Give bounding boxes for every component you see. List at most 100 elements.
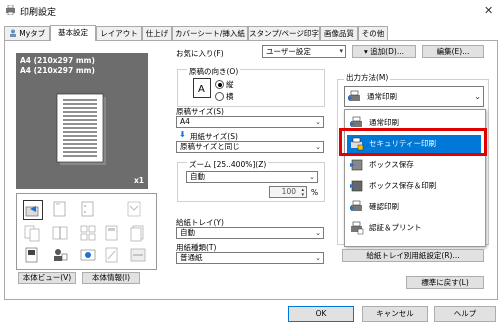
printer-icon: [348, 90, 362, 104]
fold-icon: [125, 200, 143, 218]
device-info-button[interactable]: 本体情報(I): [82, 272, 140, 284]
landscape-radio[interactable]: [215, 92, 224, 101]
dropdown-arrow-icon: ▾: [364, 47, 368, 56]
option-auth-print[interactable]: 認証＆プリント: [347, 219, 481, 237]
box-save-icon: [350, 158, 364, 172]
option-box-save[interactable]: ボックス保存: [347, 156, 481, 174]
print-preview: A4 (210x297 mm) A4 (210x297 mm) x1: [16, 53, 148, 189]
account-track-icon: [79, 246, 97, 264]
duplex-icon: [23, 224, 41, 242]
tab-other[interactable]: その他: [358, 26, 388, 40]
printer-app-icon: [5, 4, 16, 16]
cancel-button[interactable]: キャンセル: [362, 306, 428, 322]
tab-basic[interactable]: 基本設定: [50, 25, 96, 41]
poster-icon: [23, 246, 41, 264]
cover-icon: [103, 224, 121, 242]
tab-label: カバーシート/挿入紙: [175, 29, 245, 38]
tab-label: 基本設定: [58, 28, 88, 37]
portrait-radio[interactable]: [215, 80, 224, 89]
chevron-down-icon: ▾: [339, 47, 343, 55]
paper-type-value: 普通紙: [180, 253, 203, 262]
chevron-down-icon: ⌄: [315, 254, 321, 262]
option-label: 認証＆プリント: [369, 223, 422, 232]
tab-finishing[interactable]: 仕上げ: [142, 26, 172, 40]
tab-mytab[interactable]: Myタブ: [4, 26, 50, 40]
portrait-orientation-icon: A: [193, 78, 211, 98]
tab-label: Myタブ: [19, 29, 46, 38]
option-label: ボックス保存＆印刷: [369, 181, 437, 190]
paper-type-select[interactable]: 普通紙 ⌄: [176, 252, 324, 264]
spinner-icon[interactable]: ▴ ▾: [301, 188, 304, 198]
orientation-label: 原稿の向き(O): [187, 66, 241, 77]
output-method-label: 出力方法(M): [344, 72, 391, 83]
punch-icon: [79, 200, 97, 218]
preview-original-size: A4 (210x297 mm): [20, 56, 95, 65]
restore-default-button[interactable]: 標準に戻す(L): [406, 276, 484, 289]
output-method-value: 通常印刷: [367, 92, 397, 101]
booklet-icon: [51, 224, 69, 242]
chevron-down-icon: ⌄: [309, 173, 315, 181]
chevron-down-icon: ⌄: [315, 118, 321, 126]
paper-size-value: 原稿サイズと同じ: [180, 142, 240, 151]
output-method-select[interactable]: 通常印刷 ⌄: [344, 86, 484, 107]
zoom-value: 自動: [190, 172, 205, 181]
favorites-select[interactable]: ユーザー設定 ▾: [262, 45, 346, 58]
close-icon[interactable]: ✕: [484, 4, 493, 17]
ok-button[interactable]: OK: [288, 306, 354, 322]
preview-paper-size: A4 (210x297 mm): [20, 66, 95, 75]
option-box-save-print[interactable]: ボックス保存＆印刷: [347, 177, 481, 195]
zoom-select[interactable]: 自動 ⌄: [186, 171, 318, 183]
tab-image-quality[interactable]: 画像品質: [320, 26, 358, 40]
staple-icon: [51, 200, 69, 218]
edit-favorite-button[interactable]: 編集(E)...: [422, 45, 484, 58]
inserter-icon: [129, 246, 147, 264]
highlight-frame: [339, 128, 487, 156]
original-size-select[interactable]: A4 ⌄: [176, 116, 324, 128]
tray-paper-settings-button[interactable]: 給紙トレイ別用紙設定(R)...: [342, 249, 484, 262]
add-favorite-button[interactable]: ▾ 追加(D)...: [352, 45, 416, 58]
tab-label: その他: [361, 29, 385, 38]
arrow-down-icon: ⬇: [179, 130, 186, 139]
person-icon: [9, 28, 17, 37]
title-bar: 印刷設定 ✕: [0, 0, 500, 22]
portrait-label: 縦: [226, 80, 234, 89]
favorites-value: ユーザー設定: [266, 47, 311, 56]
tab-label: 仕上げ: [145, 29, 169, 38]
proof-print-icon: [350, 200, 364, 214]
chevron-down-icon: ⌄: [474, 92, 481, 101]
zoom-percent-input[interactable]: 100 ▴ ▾: [269, 186, 307, 198]
favorites-label: お気に入り(F): [176, 49, 224, 58]
document-stack-icon: [129, 224, 147, 242]
tab-stamp[interactable]: スタンプ/ページ印字: [248, 26, 320, 40]
output-tray-icon: [23, 200, 43, 220]
paper-size-select[interactable]: 原稿サイズと同じ ⌄: [176, 141, 324, 153]
add-label: 追加(D)...: [370, 47, 404, 56]
preview-copies: x1: [133, 176, 144, 185]
paper-tray-select[interactable]: 自動 ⌄: [176, 227, 324, 239]
tab-label: 画像品質: [324, 29, 354, 38]
zoom-label: ズーム [25..400%](Z): [187, 159, 269, 170]
chevron-down-icon: ⌄: [315, 143, 321, 151]
page-preview-image: [56, 93, 108, 167]
user-auth-icon: [51, 246, 69, 264]
window-title: 印刷設定: [20, 8, 57, 18]
original-size-value: A4: [180, 117, 190, 126]
landscape-label: 横: [226, 92, 234, 101]
function-icon-pane: [16, 193, 157, 270]
tab-layout[interactable]: レイアウト: [96, 26, 142, 40]
tab-label: スタンプ/ページ印字: [249, 29, 319, 38]
help-button[interactable]: ヘルプ: [434, 306, 496, 322]
tab-cover-insert[interactable]: カバーシート/挿入紙: [172, 26, 248, 40]
svg-text:A: A: [198, 84, 205, 95]
tab-label: レイアウト: [100, 29, 138, 38]
combine-icon: [79, 224, 97, 242]
option-proof-print[interactable]: 確認印刷: [347, 198, 481, 216]
option-label: 確認印刷: [369, 202, 399, 211]
zoom-percent-value: 100: [281, 187, 296, 196]
auth-print-icon: [350, 221, 364, 235]
watermark-icon: [103, 246, 121, 264]
device-view-button[interactable]: 本体ビュー(V): [18, 272, 76, 284]
option-label: ボックス保存: [369, 160, 414, 169]
chevron-down-icon: ⌄: [315, 229, 321, 237]
zoom-unit: %: [311, 188, 319, 197]
